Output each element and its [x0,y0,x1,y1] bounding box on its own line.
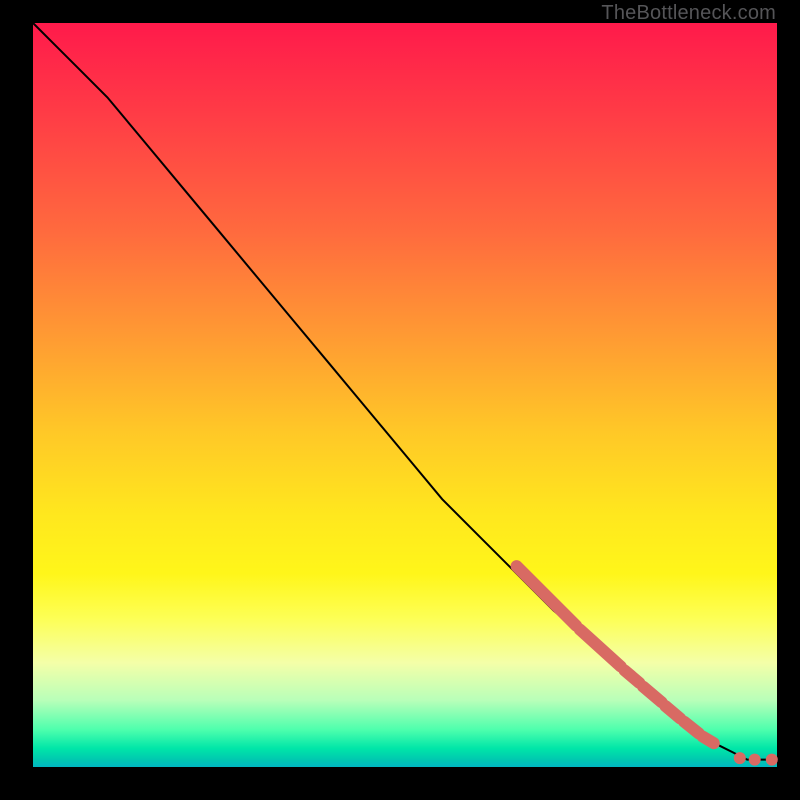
highlight-dots [734,752,778,766]
curve-line [33,23,777,760]
watermark-text: TheBottleneck.com [601,2,776,25]
chart-svg [33,23,777,767]
plot-area [33,23,777,767]
chart-frame: TheBottleneck.com [0,0,800,800]
highlight-segments [517,566,714,743]
